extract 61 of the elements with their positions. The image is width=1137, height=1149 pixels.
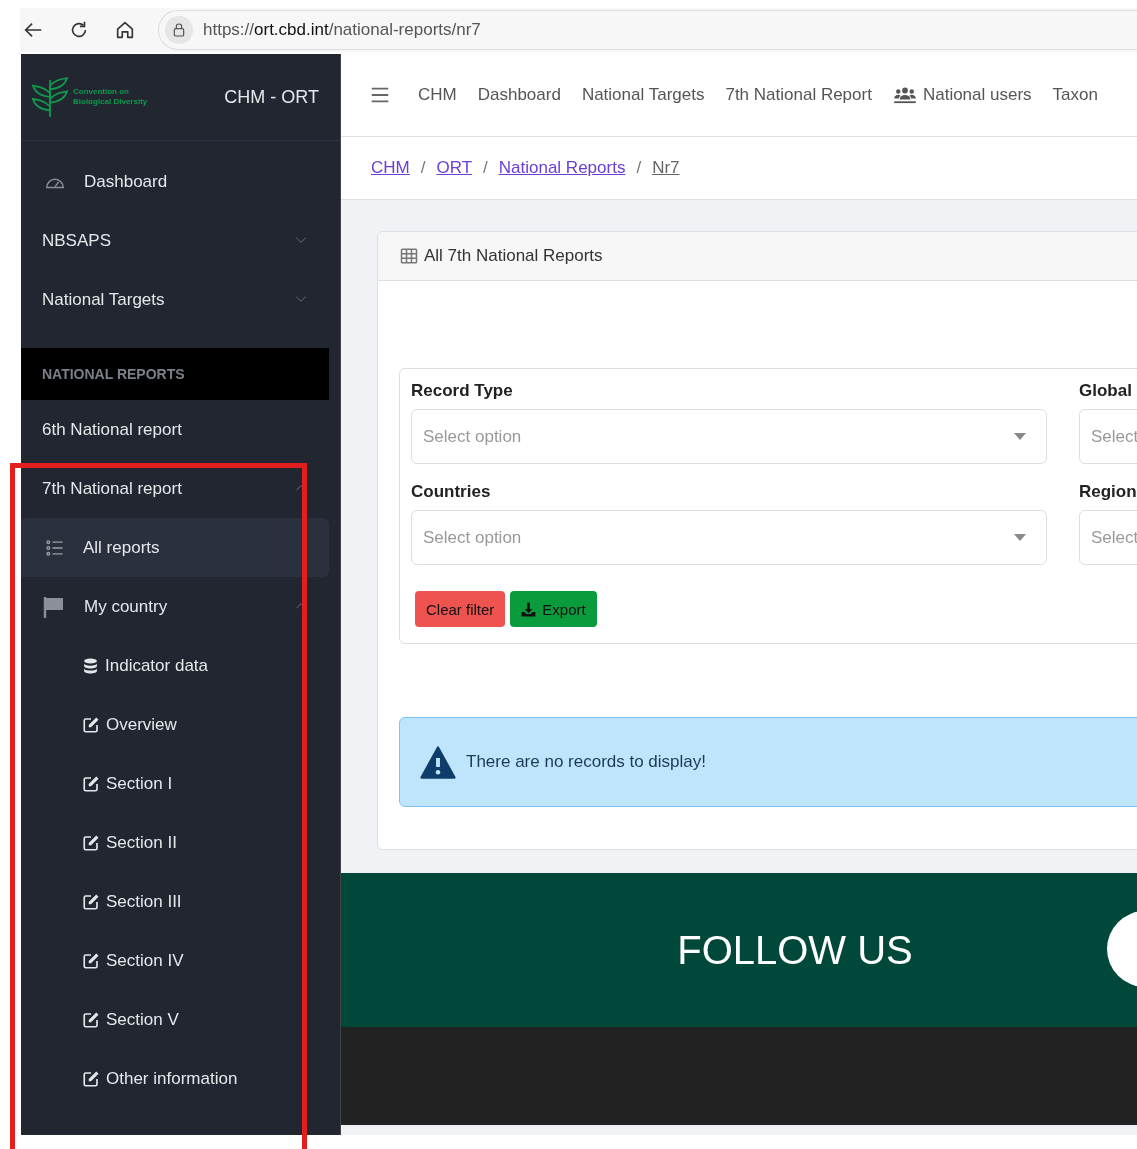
breadcrumb-separator: / [420,158,426,178]
app-title: CHM - ORT [224,86,319,108]
download-icon [521,601,537,617]
url-text: https://ort.cbd.int/national-reports/nr7 [203,20,481,40]
sidebar-item[interactable]: 7th National report [21,459,329,518]
sidebar-item[interactable]: Section I [21,754,329,813]
sidebar-item[interactable]: Section II [21,813,329,872]
breadcrumb-link[interactable]: ORT [436,158,473,178]
card-title: All 7th National Reports [424,246,603,266]
logo-text: Convention on Biological Diversity [73,87,149,107]
edit-icon [82,892,100,911]
nav-link[interactable]: Taxon [1052,85,1098,105]
nav-link[interactable]: CHM [418,85,457,105]
warning-icon [420,745,456,779]
clear-filter-button[interactable]: Clear filter [415,591,506,627]
sidebar-item[interactable]: 6th National report [21,400,329,459]
breadcrumb-link[interactable]: Nr7 [652,158,680,178]
sidebar-item[interactable]: Dashboard [21,152,329,211]
list-icon [45,537,65,558]
database-icon [82,656,99,675]
leaf-logo-icon [31,75,69,119]
nav-link[interactable]: National users [892,85,1032,105]
sidebar-item[interactable]: Indicator data [21,636,329,695]
nav-link[interactable]: 7th National Report [725,85,872,105]
breadcrumb-separator: / [636,158,642,178]
edit-icon [82,715,100,734]
field-label: Record Type [411,381,514,401]
field-label: Global [1079,381,1133,401]
sidebar-item[interactable]: All reports [21,518,329,577]
section-header: NATIONAL REPORTS [21,348,329,400]
breadcrumb-link[interactable]: National Reports [498,158,626,178]
dropdown-caret-icon [1014,533,1026,542]
table-icon [400,247,418,265]
footer-heading: FOLLOW US [677,927,913,973]
sidebar-item[interactable]: Other information [21,1049,329,1108]
sidebar-item[interactable]: NBSAPS [21,211,329,270]
edit-icon [82,1010,100,1029]
edit-icon [82,833,100,852]
sidebar-item[interactable]: My country [21,577,329,636]
sidebar-item[interactable]: Section III [21,872,329,931]
sidebar-item[interactable]: Section IV [21,931,329,990]
home-icon [114,19,136,41]
dropdown-caret-icon [1014,432,1026,441]
address-bar[interactable]: https://ort.cbd.int/national-reports/nr7 [158,10,1137,50]
edit-icon [82,951,100,970]
nav-link[interactable]: Dashboard [477,85,561,105]
field-label: Countries [411,482,492,502]
field-label: Region [1079,482,1137,502]
sidebar-item[interactable]: National Targets [21,270,329,329]
flag-icon [42,594,66,619]
edit-icon [82,774,100,793]
sidebar-item[interactable]: Section V [21,990,329,1049]
alert-message: There are no records to display! [466,752,706,772]
users-icon [892,86,917,104]
breadcrumb-link[interactable]: CHM [371,158,410,178]
lock-icon [171,22,187,38]
nav-link[interactable]: National Targets [581,85,705,105]
export-button[interactable]: Export [510,591,597,627]
sidebar-item[interactable]: Overview [21,695,329,754]
edit-icon [82,1069,100,1088]
breadcrumb-separator: / [483,158,488,178]
